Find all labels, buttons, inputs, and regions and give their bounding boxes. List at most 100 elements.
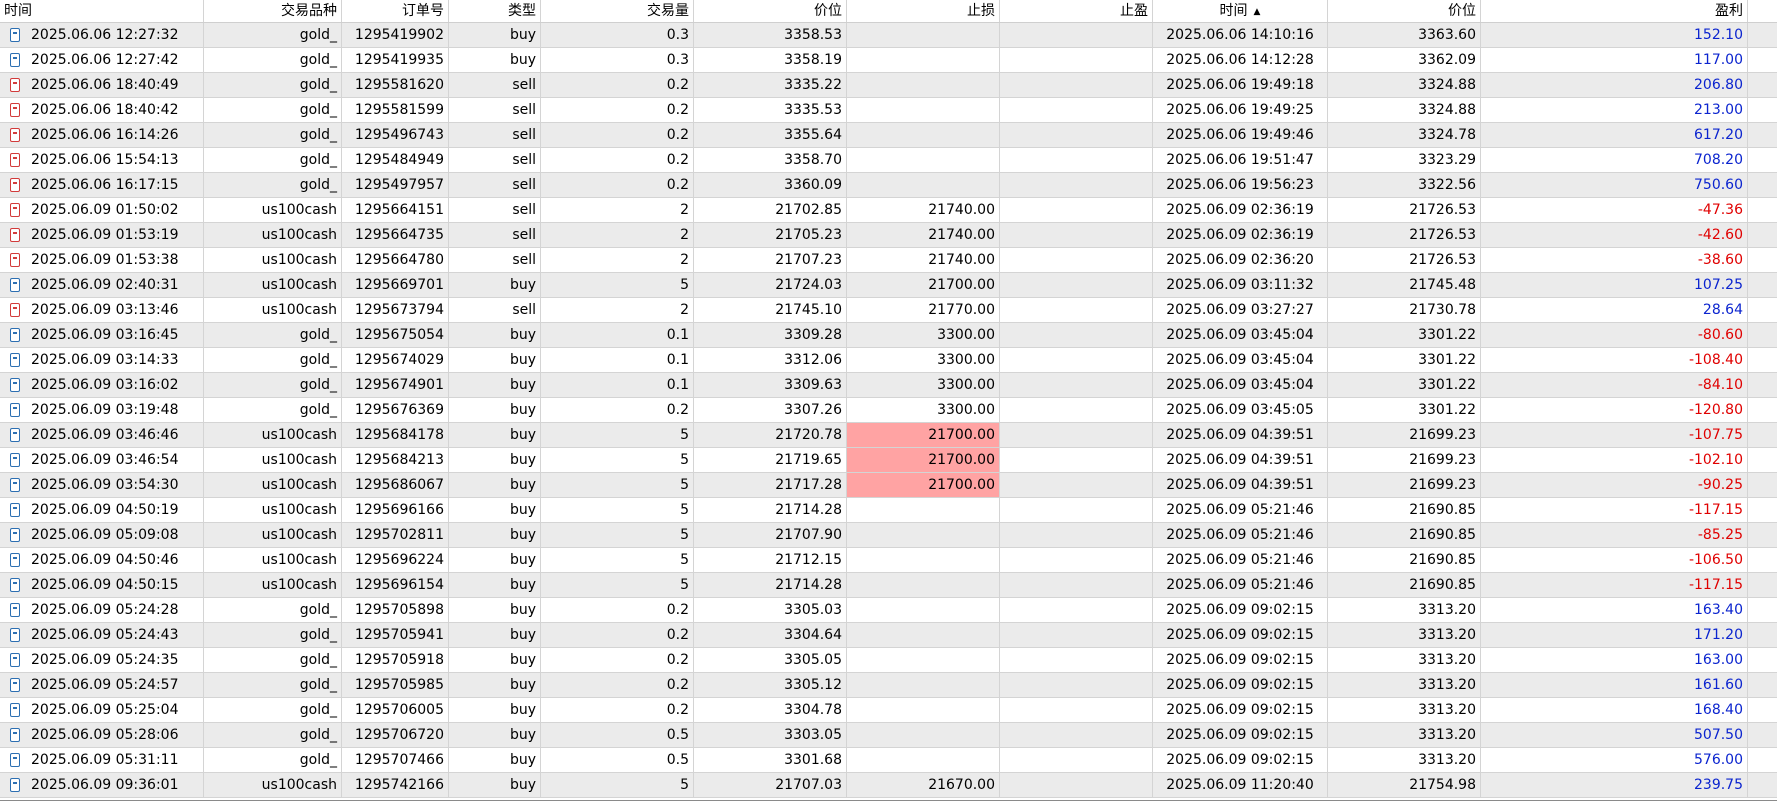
close-time-cell: 2025.06.09 05:21:46: [1153, 523, 1328, 547]
close-price-cell-text: 3313.20: [1418, 677, 1476, 693]
table-row[interactable]: 2025.06.09 01:53:19 us100cash 1295664735 se…: [0, 223, 1777, 248]
header-close-price[interactable]: 价位: [1328, 0, 1481, 22]
close-time-cell-text: 2025.06.09 09:02:15: [1166, 727, 1314, 743]
table-row[interactable]: 2025.06.09 01:53:38 us100cash 1295664780 se…: [0, 248, 1777, 273]
table-row[interactable]: 2025.06.09 05:24:43 gold_ 1295705941 buy 0.2…: [0, 623, 1777, 648]
profit-cell-text: 168.40: [1694, 702, 1743, 718]
type-cell: buy: [449, 723, 541, 747]
table-row[interactable]: 2025.06.09 04:50:15 us100cash 1295696154 bu…: [0, 573, 1777, 598]
table-row[interactable]: 2025.06.09 03:16:45 gold_ 1295675054 buy 0.1…: [0, 323, 1777, 348]
table-row[interactable]: 2025.06.09 04:50:46 us100cash 1295696224 bu…: [0, 548, 1777, 573]
close-time-cell: 2025.06.09 09:02:15: [1153, 723, 1328, 747]
close-price-cell-text: 21699.23: [1409, 427, 1476, 443]
table-row[interactable]: 2025.06.09 05:24:35 gold_ 1295705918 buy 0.2…: [0, 648, 1777, 673]
close-time-cell-text: 2025.06.09 02:36:19: [1166, 227, 1314, 243]
open-time-text: 2025.06.06 12:27:32: [31, 27, 179, 43]
profit-cell-text: 213.00: [1694, 102, 1743, 118]
stop-loss-cell: [847, 173, 1000, 197]
symbol-cell-text: gold_: [299, 652, 337, 668]
header-open-price[interactable]: 价位: [694, 0, 847, 22]
sell-order-icon: [10, 228, 20, 242]
profit-cell-text: 163.40: [1694, 602, 1743, 618]
header-take-profit[interactable]: 止盈: [1000, 0, 1153, 22]
buy-order-icon: [10, 403, 20, 417]
close-time-cell: 2025.06.09 03:45:04: [1153, 348, 1328, 372]
order-cell: 1295484949: [342, 148, 449, 172]
symbol-cell-text: gold_: [299, 702, 337, 718]
table-row[interactable]: 2025.06.09 03:46:54 us100cash 1295684213 bu…: [0, 448, 1777, 473]
profit-cell-text: 507.50: [1694, 727, 1743, 743]
open-price-cell: 21745.10: [694, 298, 847, 322]
open-time-text: 2025.06.09 09:36:01: [31, 777, 179, 793]
symbol-cell: gold_: [204, 698, 342, 722]
take-profit-cell: [1000, 298, 1153, 322]
table-row[interactable]: 2025.06.06 12:27:32 gold_ 1295419902 buy 0.3…: [0, 23, 1777, 48]
open-price-cell-text: 21707.23: [775, 252, 842, 268]
table-row[interactable]: 2025.06.09 03:46:46 us100cash 1295684178 bu…: [0, 423, 1777, 448]
volume-cell-text: 5: [680, 777, 689, 793]
table-row[interactable]: 2025.06.06 16:17:15 gold_ 1295497957 sell 0.…: [0, 173, 1777, 198]
close-price-cell-text: 3301.22: [1418, 327, 1476, 343]
close-time-cell-text: 2025.06.09 03:45:04: [1166, 377, 1314, 393]
table-row[interactable]: 2025.06.09 01:50:02 us100cash 1295664151 se…: [0, 198, 1777, 223]
open-time-cell: 2025.06.09 03:16:45: [0, 323, 204, 347]
table-row[interactable]: 2025.06.09 03:14:33 gold_ 1295674029 buy 0.1…: [0, 348, 1777, 373]
type-cell: buy: [449, 373, 541, 397]
close-price-cell: 3313.20: [1328, 723, 1481, 747]
table-row[interactable]: 2025.06.09 03:13:46 us100cash 1295673794 se…: [0, 298, 1777, 323]
header-volume[interactable]: 交易量: [541, 0, 694, 22]
stop-loss-cell: 21700.00: [847, 448, 1000, 472]
take-profit-cell: [1000, 248, 1153, 272]
header-close-time[interactable]: 时间 ▲: [1153, 0, 1328, 22]
table-row[interactable]: 2025.06.09 05:25:04 gold_ 1295706005 buy 0.2…: [0, 698, 1777, 723]
buy-order-icon: [10, 753, 20, 767]
symbol-cell: gold_: [204, 348, 342, 372]
header-open-time[interactable]: 时间: [0, 0, 204, 22]
table-row[interactable]: 2025.06.09 05:24:57 gold_ 1295705985 buy 0.2…: [0, 673, 1777, 698]
close-price-cell: 21690.85: [1328, 548, 1481, 572]
table-row[interactable]: 2025.06.06 18:40:49 gold_ 1295581620 sell 0.…: [0, 73, 1777, 98]
open-time-cell: 2025.06.06 18:40:42: [0, 98, 204, 122]
table-row[interactable]: 2025.06.09 09:36:01 us100cash 1295742166 bu…: [0, 773, 1777, 798]
table-row[interactable]: 2025.06.09 03:19:48 gold_ 1295676369 buy 0.2…: [0, 398, 1777, 423]
type-cell-text: buy: [509, 427, 536, 443]
stop-loss-cell: [847, 23, 1000, 47]
open-time-cell: 2025.06.09 04:50:46: [0, 548, 204, 572]
table-row[interactable]: 2025.06.09 03:54:30 us100cash 1295686067 bu…: [0, 473, 1777, 498]
symbol-cell: gold_: [204, 748, 342, 772]
profit-cell: -120.80: [1481, 398, 1748, 422]
close-price-cell: 3301.22: [1328, 398, 1481, 422]
table-row[interactable]: 2025.06.09 05:31:11 gold_ 1295707466 buy 0.5…: [0, 748, 1777, 773]
close-time-cell: 2025.06.06 19:49:18: [1153, 73, 1328, 97]
symbol-cell: us100cash: [204, 773, 342, 797]
profit-cell: 213.00: [1481, 98, 1748, 122]
table-row[interactable]: 2025.06.06 16:14:26 gold_ 1295496743 sell 0.…: [0, 123, 1777, 148]
order-cell-text: 1295696166: [354, 502, 444, 518]
stop-loss-cell: 3300.00: [847, 398, 1000, 422]
close-time-cell-text: 2025.06.09 09:02:15: [1166, 627, 1314, 643]
volume-cell: 0.2: [541, 148, 694, 172]
order-cell-text: 1295674901: [354, 377, 444, 393]
table-row[interactable]: 2025.06.09 05:24:28 gold_ 1295705898 buy 0.2…: [0, 598, 1777, 623]
stop-loss-cell-text: 21700.00: [928, 277, 995, 293]
table-row[interactable]: 2025.06.06 15:54:13 gold_ 1295484949 sell 0.…: [0, 148, 1777, 173]
volume-cell-text: 0.2: [666, 652, 689, 668]
table-row[interactable]: 2025.06.09 04:50:19 us100cash 1295696166 bu…: [0, 498, 1777, 523]
close-price-cell-text: 3313.20: [1418, 602, 1476, 618]
header-stop-loss[interactable]: 止损: [847, 0, 1000, 22]
header-close-price-label: 价位: [1448, 3, 1476, 19]
header-order[interactable]: 订单号: [342, 0, 449, 22]
table-row[interactable]: 2025.06.09 05:28:06 gold_ 1295706720 buy 0.5…: [0, 723, 1777, 748]
header-symbol[interactable]: 交易品种: [204, 0, 342, 22]
order-cell: 1295742166: [342, 773, 449, 797]
table-row[interactable]: 2025.06.09 03:16:02 gold_ 1295674901 buy 0.1…: [0, 373, 1777, 398]
take-profit-cell: [1000, 623, 1153, 647]
header-profit[interactable]: 盈利: [1481, 0, 1748, 22]
table-row[interactable]: 2025.06.09 05:09:08 us100cash 1295702811 bu…: [0, 523, 1777, 548]
symbol-cell-text: gold_: [299, 327, 337, 343]
header-type[interactable]: 类型: [449, 0, 541, 22]
open-price-cell: 3358.70: [694, 148, 847, 172]
table-row[interactable]: 2025.06.06 18:40:42 gold_ 1295581599 sell 0.…: [0, 98, 1777, 123]
table-row[interactable]: 2025.06.09 02:40:31 us100cash 1295669701 bu…: [0, 273, 1777, 298]
table-row[interactable]: 2025.06.06 12:27:42 gold_ 1295419935 buy 0.3…: [0, 48, 1777, 73]
